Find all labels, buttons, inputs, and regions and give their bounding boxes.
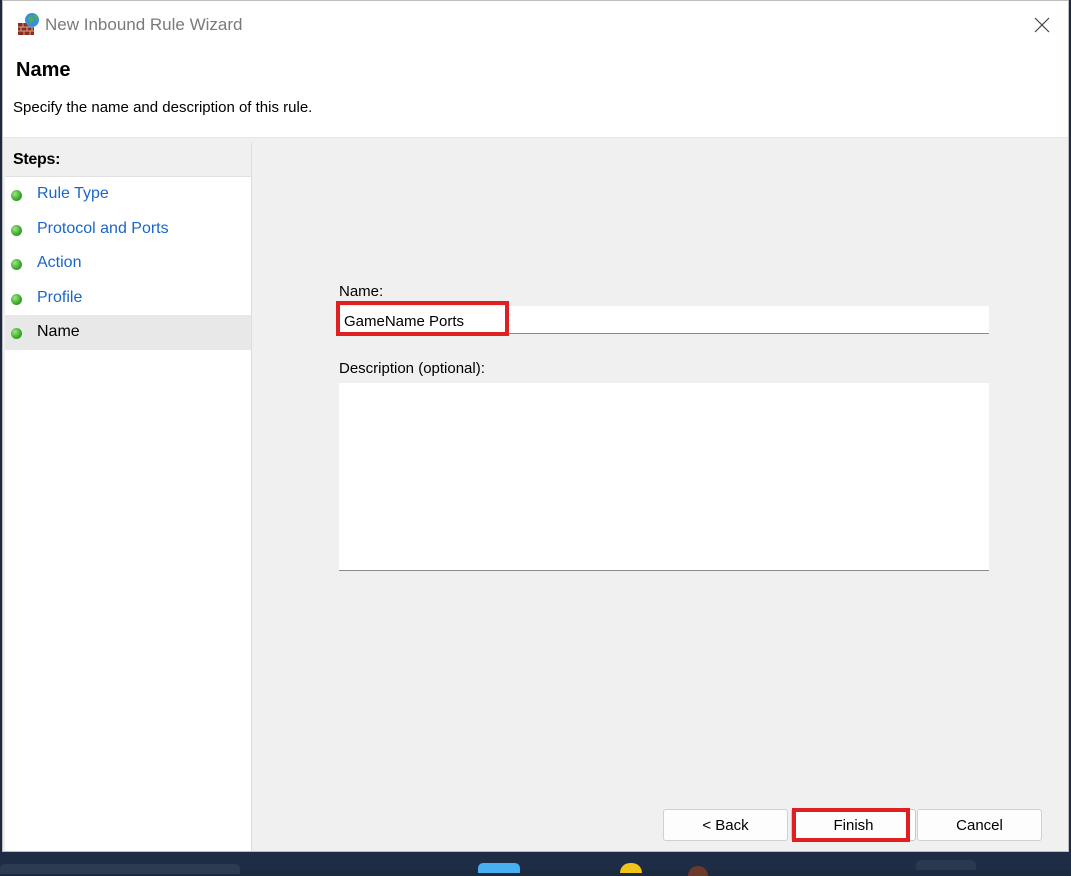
step-complete-dot-icon bbox=[11, 190, 22, 201]
step-rule-type[interactable]: Rule Type bbox=[5, 177, 251, 212]
main-panel: Name: Description (optional): < Back Fin… bbox=[255, 143, 1068, 851]
taskbar-app-icon[interactable] bbox=[688, 866, 708, 876]
step-complete-dot-icon bbox=[11, 224, 22, 236]
page-title: Name bbox=[16, 59, 71, 81]
step-current-dot-icon bbox=[11, 328, 22, 339]
name-label: Name: bbox=[339, 283, 384, 300]
back-button[interactable]: < Back bbox=[663, 809, 788, 841]
close-icon bbox=[1034, 17, 1050, 33]
steps-heading: Steps: bbox=[5, 143, 251, 177]
step-action[interactable]: Action bbox=[5, 246, 251, 281]
taskbar-search-box[interactable] bbox=[0, 864, 240, 874]
taskbar-app-icon[interactable] bbox=[478, 863, 520, 873]
step-complete-dot-icon bbox=[11, 293, 22, 305]
wizard-body: Steps: Rule Type Protocol and Ports Acti… bbox=[3, 138, 1068, 851]
taskbar-app-icon[interactable] bbox=[916, 860, 976, 870]
description-textarea[interactable] bbox=[339, 383, 989, 571]
close-button[interactable] bbox=[1026, 11, 1058, 39]
step-name: Name bbox=[5, 315, 251, 350]
finish-button[interactable]: Finish bbox=[791, 809, 916, 841]
steps-panel: Steps: Rule Type Protocol and Ports Acti… bbox=[5, 143, 252, 851]
title-bar: New Inbound Rule Wizard bbox=[3, 1, 1068, 49]
cancel-button[interactable]: Cancel bbox=[917, 809, 1042, 841]
wizard-window: New Inbound Rule Wizard Name Specify the… bbox=[2, 0, 1069, 852]
step-complete-dot-icon bbox=[11, 259, 22, 270]
wizard-header: Name Specify the name and description of… bbox=[3, 49, 1068, 138]
step-label: Profile bbox=[37, 288, 83, 306]
taskbar-app-icon[interactable] bbox=[620, 863, 642, 873]
taskbar bbox=[0, 852, 1071, 876]
step-label: Rule Type bbox=[37, 185, 109, 202]
step-label: Name bbox=[37, 323, 80, 340]
step-label: Protocol and Ports bbox=[37, 219, 169, 237]
firewall-globe-icon bbox=[17, 12, 41, 36]
page-subtitle: Specify the name and description of this… bbox=[13, 99, 313, 116]
window-title: New Inbound Rule Wizard bbox=[45, 15, 243, 34]
description-label: Description (optional): bbox=[339, 360, 485, 377]
step-profile[interactable]: Profile bbox=[5, 281, 251, 316]
step-label: Action bbox=[37, 254, 82, 271]
name-input[interactable] bbox=[339, 306, 989, 334]
step-protocol-and-ports[interactable]: Protocol and Ports bbox=[5, 212, 251, 247]
